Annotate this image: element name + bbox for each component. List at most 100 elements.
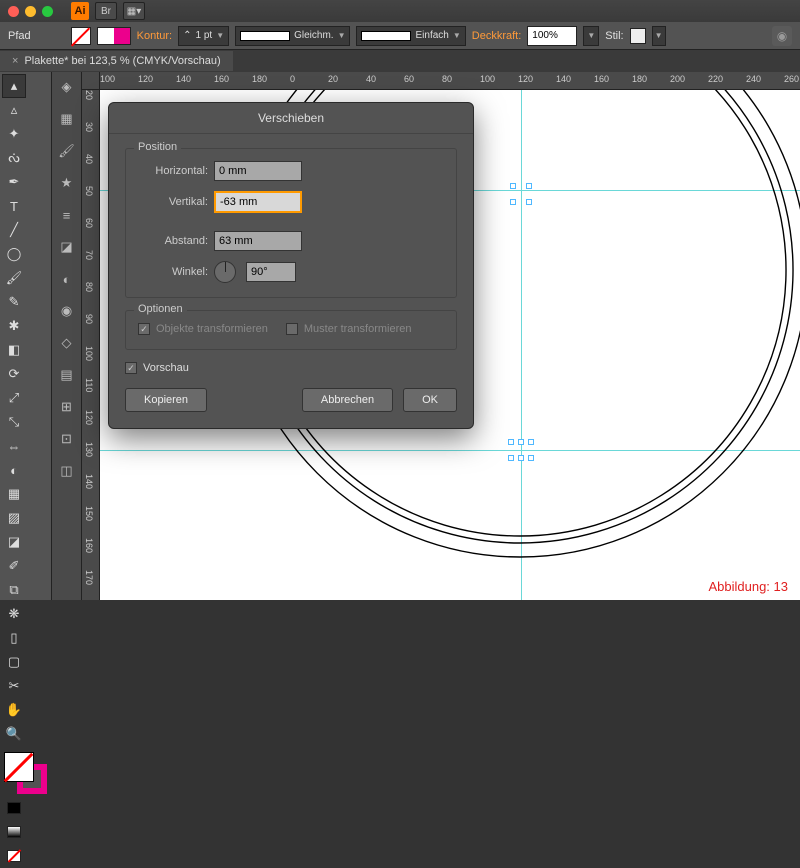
opacity-dropdown-arrow[interactable]: ▼ <box>583 26 599 46</box>
none-mode-button[interactable] <box>2 844 26 868</box>
horizontal-label: Horizontal: <box>138 165 208 177</box>
close-window-button[interactable] <box>8 6 19 17</box>
brush-dropdown[interactable]: Einfach▼ <box>356 26 465 46</box>
blend-tool[interactable]: ⧉ <box>2 578 26 602</box>
brushes-panel-icon[interactable]: 🖌 <box>58 142 76 160</box>
copy-button[interactable]: Kopieren <box>125 388 207 412</box>
stroke-color-swatch[interactable] <box>114 28 130 44</box>
distance-input[interactable] <box>214 231 302 251</box>
stroke-profile-dropdown[interactable]: Gleichm.▼ <box>235 26 350 46</box>
blob-brush-tool[interactable]: ✱ <box>2 314 26 338</box>
gradient-tool[interactable]: ◪ <box>2 530 26 554</box>
line-tool[interactable]: ╱ <box>2 218 26 242</box>
tools-panel: ▴ ▵ ✦ ᔔ ✒ T ╱ ◯ 🖌 ✎ ✱ ◧ ⟳ ⤢ ⤡ ⇔ ◐ ▦ ▨ ◪ … <box>0 72 52 600</box>
align-panel-icon[interactable]: ⊞ <box>58 398 76 416</box>
color-panel-icon[interactable]: ◈ <box>58 78 76 96</box>
stroke-weight-dropdown[interactable]: ⌃1 pt▼ <box>178 26 229 46</box>
vertical-input[interactable] <box>214 191 302 213</box>
transform-panel-icon[interactable]: ⊡ <box>58 430 76 448</box>
lasso-tool[interactable]: ᔔ <box>2 146 26 170</box>
minimize-window-button[interactable] <box>25 6 36 17</box>
appearance-panel-icon[interactable]: ◉ <box>58 302 76 320</box>
graph-tool[interactable]: ▯ <box>2 626 26 650</box>
pencil-tool[interactable]: ✎ <box>2 290 26 314</box>
type-tool[interactable]: T <box>2 194 26 218</box>
transparency-panel-icon[interactable]: ◐ <box>58 270 76 288</box>
selection-anchor-top[interactable] <box>513 186 529 202</box>
stroke-swatch[interactable] <box>98 28 114 44</box>
side-panel-strip: ◈ ▦ 🖌 ★ ≡ ◪ ◐ ◉ ◇ ▤ ⊞ ⊡ ◫ <box>52 72 82 600</box>
style-dropdown-arrow[interactable]: ▼ <box>652 26 666 46</box>
magic-wand-tool[interactable]: ✦ <box>2 122 26 146</box>
angle-label: Winkel: <box>138 266 208 278</box>
swatches-panel-icon[interactable]: ▦ <box>58 110 76 128</box>
slice-tool[interactable]: ✂ <box>2 674 26 698</box>
style-swatch[interactable] <box>630 28 646 44</box>
ok-button[interactable]: OK <box>403 388 457 412</box>
close-tab-icon[interactable]: × <box>12 55 18 67</box>
gradient-mode-button[interactable] <box>2 820 26 844</box>
eraser-tool[interactable]: ◧ <box>2 338 26 362</box>
reflect-tool[interactable]: ⤢ <box>2 386 26 410</box>
rotate-tool[interactable]: ⟳ <box>2 362 26 386</box>
fill-stroke-indicator[interactable] <box>2 750 49 796</box>
direct-selection-tool[interactable]: ▵ <box>2 98 26 122</box>
opacity-value: 100% <box>532 30 558 41</box>
scale-tool[interactable]: ⤡ <box>2 410 26 434</box>
stroke-label[interactable]: Kontur: <box>137 30 172 42</box>
angle-dial-icon[interactable] <box>214 261 236 283</box>
document-tab[interactable]: × Plakette* bei 123,5 % (CMYK/Vorschau) <box>0 51 233 71</box>
opacity-field[interactable]: 100% <box>527 26 577 46</box>
color-mode-button[interactable] <box>2 796 26 820</box>
selection-tool[interactable]: ▴ <box>2 74 26 98</box>
graphic-styles-panel-icon[interactable]: ◇ <box>58 334 76 352</box>
preview-label: Vorschau <box>143 362 189 374</box>
options-fieldset: Optionen ✓Objekte transformieren Muster … <box>125 310 457 350</box>
arrange-documents-button[interactable]: ▦▾ <box>123 2 145 20</box>
zoom-tool[interactable]: 🔍 <box>2 722 26 746</box>
ellipse-tool[interactable]: ◯ <box>2 242 26 266</box>
stroke-panel-icon[interactable]: ≡ <box>58 206 76 224</box>
cloud-sync-icon[interactable]: ◉ <box>772 26 792 46</box>
document-tab-bar: × Plakette* bei 123,5 % (CMYK/Vorschau) <box>0 50 800 72</box>
horizontal-input[interactable] <box>214 161 302 181</box>
opacity-label[interactable]: Deckkraft: <box>472 30 522 42</box>
transform-objects-label: Objekte transformieren <box>156 323 268 335</box>
shape-builder-tool[interactable]: ◐ <box>2 458 26 482</box>
options-legend: Optionen <box>134 303 187 315</box>
position-legend: Position <box>134 141 181 153</box>
mesh-tool[interactable]: ▨ <box>2 506 26 530</box>
vertical-ruler[interactable]: 2030405060708090100110120130140150160170 <box>82 90 100 600</box>
ruler-origin-button[interactable] <box>82 72 100 90</box>
brush-label: Einfach <box>415 30 448 41</box>
artboard-tool[interactable]: ▢ <box>2 650 26 674</box>
paintbrush-tool[interactable]: 🖌 <box>2 266 26 290</box>
selection-anchor-center[interactable] <box>511 442 531 458</box>
symbol-sprayer-tool[interactable]: ❋ <box>2 602 26 626</box>
layers-panel-icon[interactable]: ▤ <box>58 366 76 384</box>
fill-swatch[interactable] <box>71 27 91 45</box>
transform-objects-checkbox[interactable]: ✓Objekte transformieren <box>138 323 268 335</box>
control-bar: Pfad Kontur: ⌃1 pt▼ Gleichm.▼ Einfach▼ D… <box>0 22 800 50</box>
pathfinder-panel-icon[interactable]: ◫ <box>58 462 76 480</box>
gradient-panel-icon[interactable]: ◪ <box>58 238 76 256</box>
figure-caption: Abbildung: 13 <box>708 579 788 594</box>
style-label: Stil: <box>605 30 623 42</box>
document-tab-title: Plakette* bei 123,5 % (CMYK/Vorschau) <box>24 55 220 67</box>
vertical-label: Vertikal: <box>138 196 208 208</box>
hand-tool[interactable]: ✋ <box>2 698 26 722</box>
preview-checkbox[interactable]: ✓Vorschau <box>125 362 457 374</box>
symbols-panel-icon[interactable]: ★ <box>58 174 76 192</box>
zoom-window-button[interactable] <box>42 6 53 17</box>
perspective-tool[interactable]: ▦ <box>2 482 26 506</box>
bridge-button[interactable]: Br <box>95 2 117 20</box>
cancel-button[interactable]: Abbrechen <box>302 388 393 412</box>
pen-tool[interactable]: ✒ <box>2 170 26 194</box>
angle-input[interactable] <box>246 262 296 282</box>
horizontal-ruler[interactable]: 1001201401601800204060801001201401601802… <box>100 72 800 90</box>
eyedropper-tool[interactable]: ✐ <box>2 554 26 578</box>
transform-patterns-checkbox[interactable]: Muster transformieren <box>286 323 412 335</box>
width-tool[interactable]: ⇔ <box>2 434 26 458</box>
fill-indicator-icon[interactable] <box>4 752 34 782</box>
selection-type-label: Pfad <box>8 30 31 42</box>
